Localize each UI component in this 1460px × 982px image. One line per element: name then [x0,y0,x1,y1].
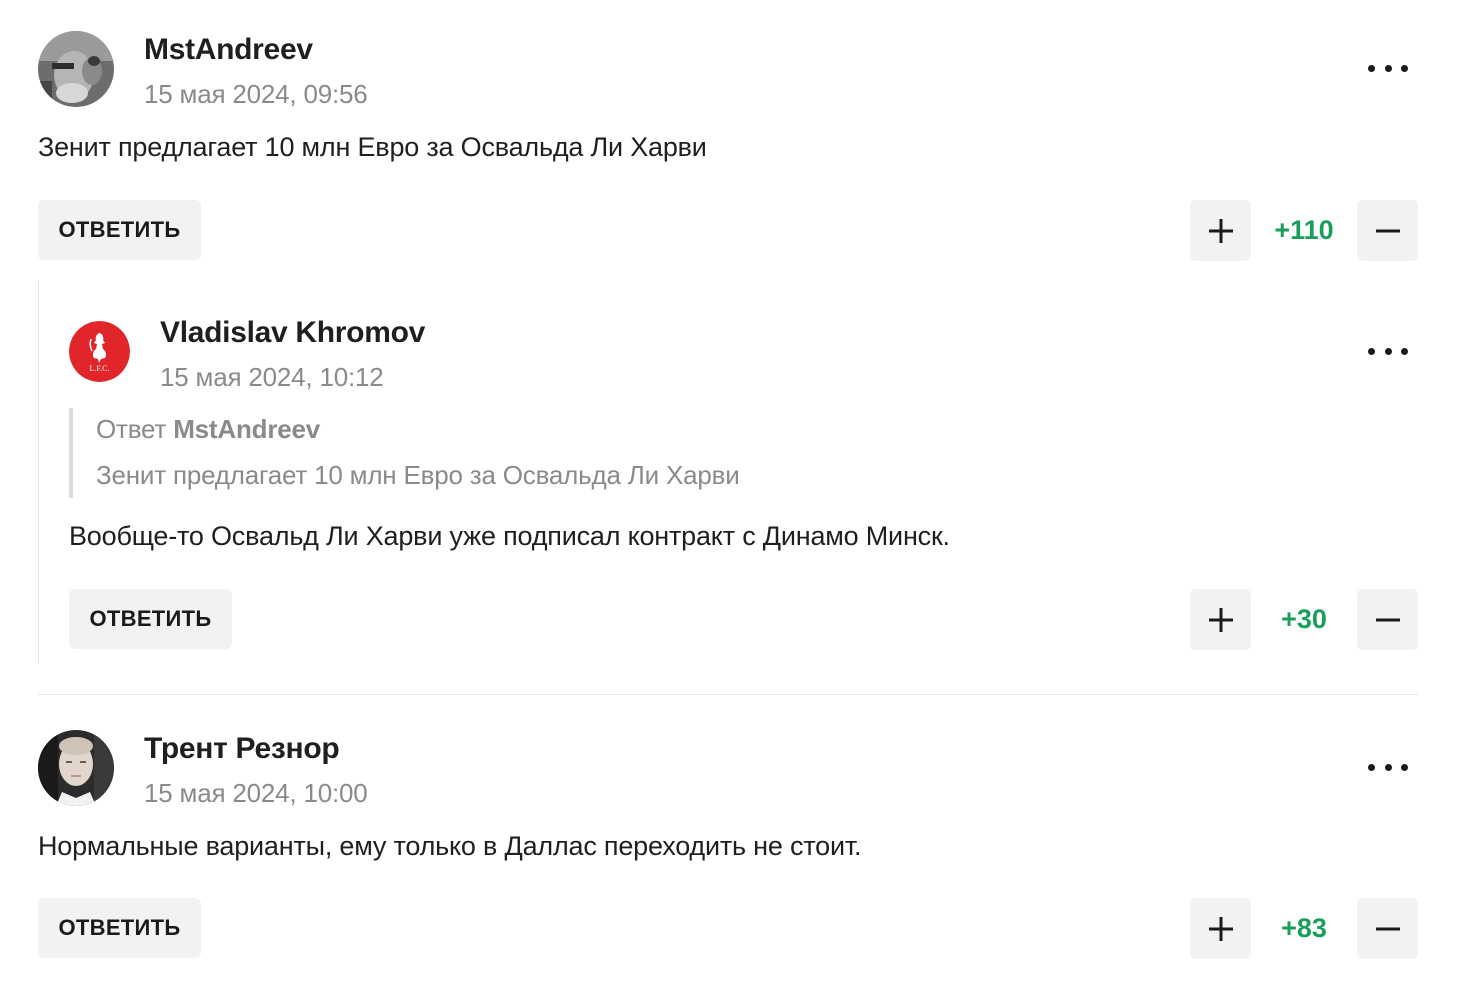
svg-text:L.F.C.: L.F.C. [89,364,109,373]
dot [1384,347,1392,355]
comment-text: Нормальные варианты, ему только в Даллас… [38,831,862,861]
upvote-button[interactable] [1190,589,1251,650]
comment-date: 15 мая 2024, 10:12 [160,362,384,392]
quote-header[interactable]: Ответ MstAndreev [96,414,320,445]
comment-date: 15 мая 2024, 10:00 [144,778,368,808]
dot [1401,347,1408,355]
minus-icon [1375,229,1400,232]
upvote-button[interactable] [1190,898,1251,959]
plus-icon [1208,916,1233,941]
quote-author: MstAndreev [173,414,321,444]
vote-score: +83 [1281,913,1327,943]
avatar[interactable] [38,31,114,107]
user-photo-icon [38,31,114,107]
author-name[interactable]: MstAndreev [144,33,313,67]
quote-bar [69,408,73,498]
reply-button[interactable]: ОТВЕТИТЬ [38,200,201,260]
more-dots-icon[interactable] [1368,341,1408,361]
comment-text: Зенит предлагает 10 млн Евро за Освальда… [38,132,707,162]
dot [1368,347,1375,355]
user-photo-icon [38,730,114,806]
avatar[interactable] [38,730,114,806]
thread-line [38,280,39,664]
quote-text: Зенит предлагает 10 млн Евро за Освальда… [96,460,740,490]
dot [1384,64,1392,72]
minus-icon [1375,927,1400,930]
liverpool-crest-icon: L.F.C. [69,321,130,382]
more-dots-icon[interactable] [1368,757,1408,777]
dot [1401,64,1408,72]
vote-score: +110 [1274,215,1334,245]
comment-divider [38,694,1418,695]
avatar[interactable]: L.F.C. [69,321,130,382]
dot [1401,763,1408,771]
dot [1368,763,1375,771]
downvote-button[interactable] [1357,200,1418,261]
downvote-button[interactable] [1357,589,1418,650]
more-dots-icon[interactable] [1368,58,1408,78]
dot [1368,64,1375,72]
author-name[interactable]: Трент Резнор [144,732,340,766]
reply-button[interactable]: ОТВЕТИТЬ [38,898,201,958]
dot [1384,763,1392,771]
upvote-button[interactable] [1190,200,1251,261]
reply-button[interactable]: ОТВЕТИТЬ [69,589,232,649]
downvote-button[interactable] [1357,898,1418,959]
plus-icon [1208,218,1233,243]
author-name[interactable]: Vladislav Khromov [160,316,425,350]
vote-score: +30 [1281,604,1327,634]
quote-prefix: Ответ [96,414,167,444]
comment-text: Вообще-то Освальд Ли Харви уже подписал … [69,521,950,551]
plus-icon [1208,607,1233,632]
minus-icon [1375,618,1400,621]
comment-date: 15 мая 2024, 09:56 [144,79,368,109]
